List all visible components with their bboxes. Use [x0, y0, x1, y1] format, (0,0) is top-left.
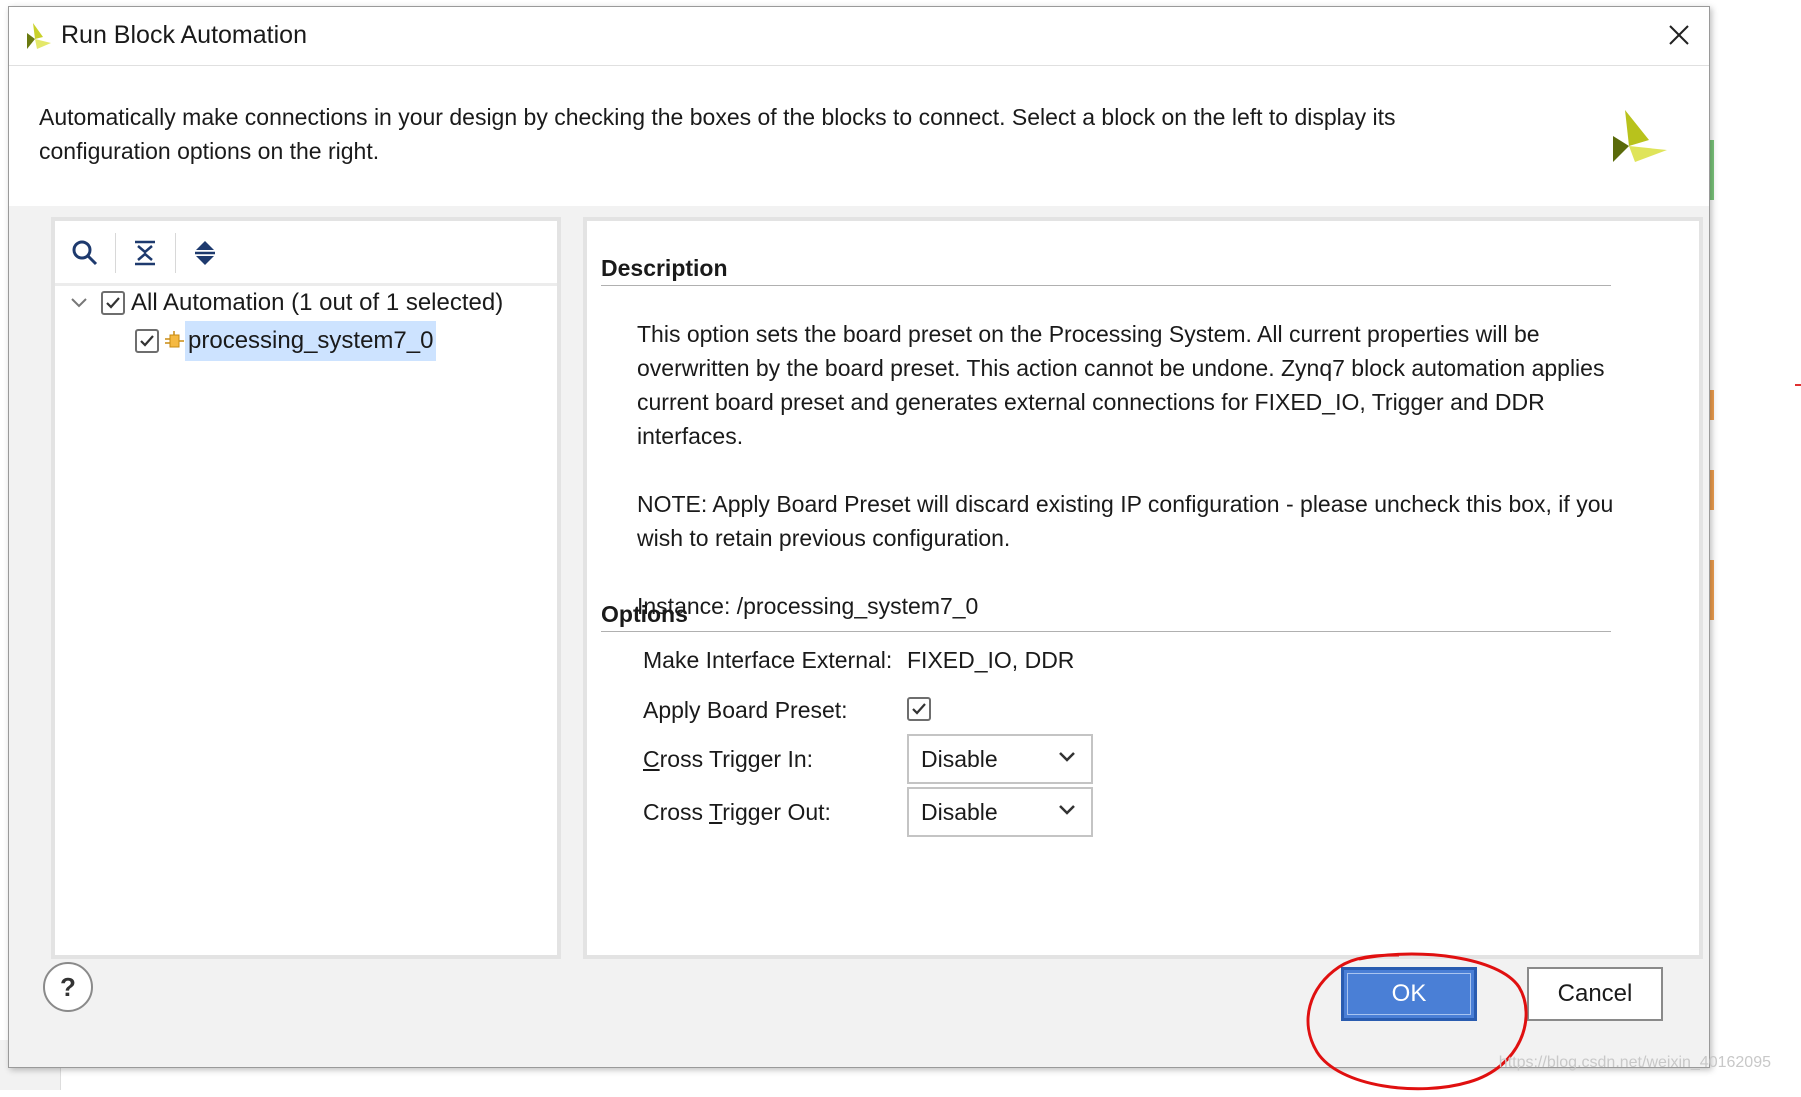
dropdown-value: Disable	[921, 745, 998, 772]
toolbar-separator	[175, 233, 176, 273]
title-bar: Run Block Automation	[9, 7, 1709, 66]
mnemonic-letter: C	[643, 746, 660, 772]
section-divider	[601, 285, 1611, 286]
watermark: https://blog.csdn.net/weixin_40162095	[1498, 1054, 1771, 1071]
expand-all-icon	[195, 241, 215, 265]
dropdown-value: Disable	[921, 798, 998, 825]
apply-board-preset-checkbox[interactable]	[907, 697, 931, 721]
chevron-down-icon	[1059, 752, 1075, 762]
tree-toolbar	[55, 221, 557, 286]
ok-button-label: OK	[1391, 980, 1427, 1007]
checkmark-icon	[912, 703, 926, 715]
details-panel: Description This option sets the board p…	[583, 217, 1703, 959]
description-paragraph: This option sets the board preset on the…	[637, 321, 1605, 449]
options-heading: Options	[601, 601, 688, 627]
help-button[interactable]: ?	[43, 962, 93, 1012]
tree-node-all-automation[interactable]: All Automation (1 out of 1 selected)	[67, 289, 503, 317]
dialog-header: Automatically make connections in your d…	[9, 66, 1709, 206]
description-instance: Instance: /processing_system7_0	[637, 593, 979, 619]
chevron-down-icon	[1059, 805, 1075, 815]
automation-tree-panel: All Automation (1 out of 1 selected) pro…	[51, 217, 561, 959]
collapse-all-button[interactable]	[123, 231, 167, 275]
description-note: NOTE: Apply Board Preset will discard ex…	[637, 491, 1614, 551]
all-automation-checkbox[interactable]	[101, 291, 125, 315]
ok-button[interactable]: OK	[1341, 967, 1477, 1021]
ip-block-icon	[165, 331, 184, 348]
search-button[interactable]	[63, 231, 107, 275]
close-icon	[1669, 25, 1689, 45]
tree-node-label: All Automation (1 out of 1 selected)	[131, 289, 504, 316]
mnemonic-letter: T	[709, 799, 723, 825]
label-part: Cross	[643, 799, 710, 825]
dialog-title: Run Block Automation	[61, 21, 307, 49]
tree-node-label-selected[interactable]: processing_system7_0	[185, 321, 437, 361]
description-heading: Description	[601, 255, 728, 281]
processing-system-checkbox[interactable]	[135, 329, 159, 353]
cross-trigger-out-dropdown[interactable]: Disable	[907, 787, 1093, 837]
cancel-button[interactable]: Cancel	[1527, 967, 1663, 1021]
cross-trigger-in-dropdown[interactable]: Disable	[907, 734, 1093, 784]
checkmark-icon	[140, 335, 154, 347]
vivado-logo-icon	[1613, 110, 1667, 162]
search-icon	[72, 240, 98, 266]
label-part: ross Trigger In:	[659, 746, 814, 772]
chevron-down-icon[interactable]	[67, 291, 91, 315]
description-body: This option sets the board preset on the…	[637, 317, 1637, 657]
background-window	[1712, 0, 1801, 1090]
apply-board-preset-label: Apply Board Preset:	[643, 697, 848, 723]
close-button[interactable]	[1659, 15, 1699, 55]
header-description: Automatically make connections in your d…	[39, 104, 1396, 164]
background-marker-red	[1795, 384, 1801, 386]
cross-trigger-in-label: Cross Trigger In:	[643, 746, 813, 773]
toolbar-separator	[115, 233, 116, 273]
section-divider	[601, 631, 1611, 632]
label-part: rigger Out:	[722, 799, 831, 825]
collapse-all-icon	[135, 240, 155, 266]
make-interface-external-value: FIXED_IO, DDR	[907, 647, 1075, 673]
vivado-logo-icon	[27, 23, 51, 49]
run-block-automation-dialog: Run Block Automation Automatically make …	[8, 6, 1710, 1091]
cross-trigger-out-label: Cross Trigger Out:	[643, 799, 831, 826]
tree-node-processing-system[interactable]: processing_system7_0	[135, 321, 437, 361]
make-interface-external-label: Make Interface External:	[643, 647, 893, 673]
expand-all-button[interactable]	[183, 231, 227, 275]
checkmark-icon	[106, 297, 120, 309]
